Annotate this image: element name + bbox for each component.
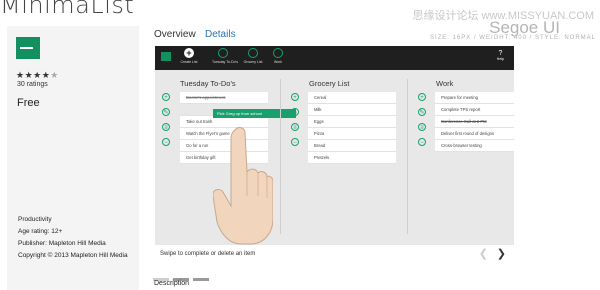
create-list-button[interactable]: + Create List: [178, 48, 200, 64]
app-logo-icon: [161, 52, 171, 61]
list-item[interactable]: Cross-browser testing: [435, 140, 514, 152]
delete-icon[interactable]: −: [162, 138, 170, 146]
price-label: Free: [17, 97, 40, 109]
tuesday-list-button[interactable]: Tuesday To-Do's: [212, 48, 238, 64]
edit-icon[interactable]: ✎: [162, 108, 170, 116]
tab-details[interactable]: Details: [205, 29, 236, 40]
help-button[interactable]: ? Help: [497, 50, 504, 61]
pager-dot[interactable]: [193, 278, 209, 281]
add-icon[interactable]: +: [162, 93, 170, 101]
list-action-icons: + ✎ ≡ −: [418, 93, 428, 153]
tab-overview[interactable]: Overview: [154, 29, 196, 40]
grocery-list-button[interactable]: Grocery List: [242, 48, 264, 64]
rating-stars[interactable]: ★★★★★: [16, 70, 59, 81]
work-list: Prepare for meeting Complete TPS report …: [435, 92, 514, 152]
copyright-label: Copyright © 2013 Mapleton Hill Media: [18, 252, 128, 259]
list-item[interactable]: Pretzels: [308, 152, 396, 164]
description-heading: Description: [154, 280, 190, 287]
circle-icon: [273, 48, 283, 58]
ratings-count: 30 ratings: [17, 81, 48, 88]
delete-icon[interactable]: −: [418, 138, 426, 146]
list-title: Grocery List: [309, 79, 350, 88]
chevron-right-icon[interactable]: ❯: [497, 247, 506, 260]
help-icon: ?: [498, 50, 503, 57]
grocery-list: Cereal Milk Eggs Pizza Bread Pretzels: [308, 92, 396, 164]
publisher-label: Publisher: Mapleton Hill Media: [18, 240, 106, 247]
screenshot-toolbar: + Create List Tuesday To-Do's Grocery Li…: [155, 46, 514, 70]
hint-text: Swipe to complete or delete an item: [160, 251, 256, 257]
list-item[interactable]: Eggs: [308, 116, 396, 128]
column-divider: [280, 79, 281, 234]
list-title: Tuesday To-Do's: [180, 79, 236, 88]
list-item[interactable]: Bread: [308, 140, 396, 152]
app-logo-icon: [16, 37, 40, 59]
category-label: Productivity: [18, 216, 52, 223]
edit-icon[interactable]: ✎: [291, 108, 299, 116]
list-item[interactable]: Milk: [308, 104, 396, 116]
add-icon[interactable]: +: [291, 93, 299, 101]
list-action-icons: + ✎ ≡ −: [291, 93, 301, 153]
app-title: MinimaList: [0, 0, 135, 19]
add-icon[interactable]: +: [418, 93, 426, 101]
list-item[interactable]: Deliver first round of designs: [435, 128, 514, 140]
list-item[interactable]: Conference Call at 2 PM: [435, 116, 514, 128]
watermark-font-meta: SIZE: 16PX / WEIGHT: 400 / STYLE: NORMAL: [429, 35, 596, 41]
list-item[interactable]: Cereal: [308, 92, 396, 104]
work-list-button[interactable]: Work: [267, 48, 289, 64]
app-info-panel: ★★★★★ 30 ratings Free Productivity Age r…: [7, 26, 139, 290]
circle-icon: [218, 48, 228, 58]
app-screenshot: + Create List Tuesday To-Do's Grocery Li…: [155, 46, 514, 265]
edit-icon[interactable]: ✎: [418, 108, 426, 116]
list-item[interactable]: Complete TPS report: [435, 104, 514, 116]
screenshot-bottom-bar: Swipe to complete or delete an item ❮ ❯: [155, 245, 514, 265]
list-item[interactable]: Pizza: [308, 128, 396, 140]
chevron-left-icon[interactable]: ❮: [479, 247, 488, 260]
circle-icon: [248, 48, 258, 58]
hand-gesture-icon: [213, 127, 273, 245]
list-title: Work: [436, 79, 454, 88]
list-item[interactable]: Doctor's appointment: [180, 92, 268, 104]
age-rating-label: Age rating: 12+: [18, 228, 63, 235]
column-divider: [407, 79, 408, 234]
plus-icon: +: [184, 48, 194, 58]
list-action-icons: + ✎ ≡ −: [162, 93, 172, 153]
delete-icon[interactable]: −: [291, 138, 299, 146]
list-icon[interactable]: ≡: [291, 123, 299, 131]
list-icon[interactable]: ≡: [162, 123, 170, 131]
list-item[interactable]: Prepare for meeting: [435, 92, 514, 104]
list-icon[interactable]: ≡: [418, 123, 426, 131]
dragged-item[interactable]: Pick Greg up from school: [213, 109, 280, 118]
